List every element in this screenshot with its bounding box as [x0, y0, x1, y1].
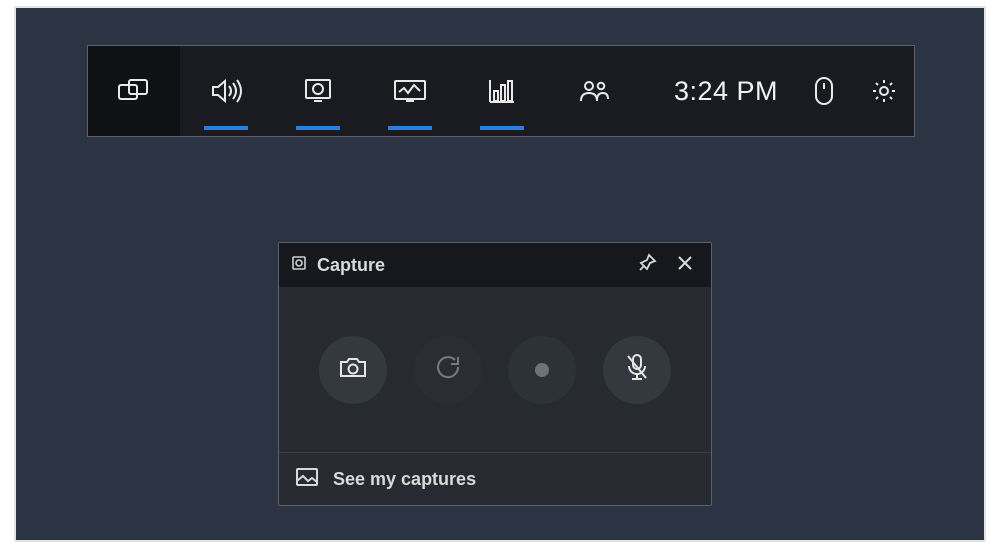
- xbox-icon: [117, 77, 151, 105]
- gear-icon: [870, 77, 898, 105]
- pin-button[interactable]: [633, 251, 661, 279]
- pin-icon: [637, 253, 657, 278]
- people-icon: [577, 78, 611, 104]
- xbox-social-button[interactable]: [548, 46, 640, 136]
- settings-button[interactable]: [854, 46, 914, 136]
- capture-icon: [303, 77, 333, 105]
- mic-toggle-button[interactable]: [603, 336, 671, 404]
- game-bar-overlay: 3:24 PM: [14, 6, 986, 542]
- close-button[interactable]: [671, 251, 699, 279]
- see-my-captures-button[interactable]: See my captures: [279, 452, 711, 505]
- xbox-button[interactable]: [88, 46, 180, 136]
- see-my-captures-label: See my captures: [333, 469, 476, 490]
- capture-widget-body: [279, 287, 711, 452]
- bar-chart-icon: [487, 77, 517, 105]
- audio-widget-button[interactable]: [180, 46, 272, 136]
- capture-title-icon: [291, 255, 307, 276]
- mouse-icon: [813, 76, 835, 106]
- gallery-icon: [295, 467, 319, 492]
- capture-widget-header: Capture: [279, 243, 711, 287]
- performance-icon: [393, 78, 427, 104]
- start-recording-button[interactable]: [508, 336, 576, 404]
- mic-muted-icon: [624, 352, 650, 387]
- record-last-button: [414, 336, 482, 404]
- capture-widget-button[interactable]: [272, 46, 364, 136]
- clock: 3:24 PM: [664, 76, 794, 107]
- capture-widget-title: Capture: [317, 255, 385, 276]
- performance-widget-button[interactable]: [364, 46, 456, 136]
- game-bar: 3:24 PM: [87, 45, 915, 137]
- camera-icon: [338, 355, 368, 384]
- screenshot-button[interactable]: [319, 336, 387, 404]
- capture-widget: Capture: [278, 242, 712, 506]
- close-icon: [676, 254, 694, 277]
- mouse-button[interactable]: [794, 46, 854, 136]
- record-icon: [535, 363, 549, 377]
- resources-widget-button[interactable]: [456, 46, 548, 136]
- speaker-icon: [209, 77, 243, 105]
- record-last-icon: [433, 352, 463, 387]
